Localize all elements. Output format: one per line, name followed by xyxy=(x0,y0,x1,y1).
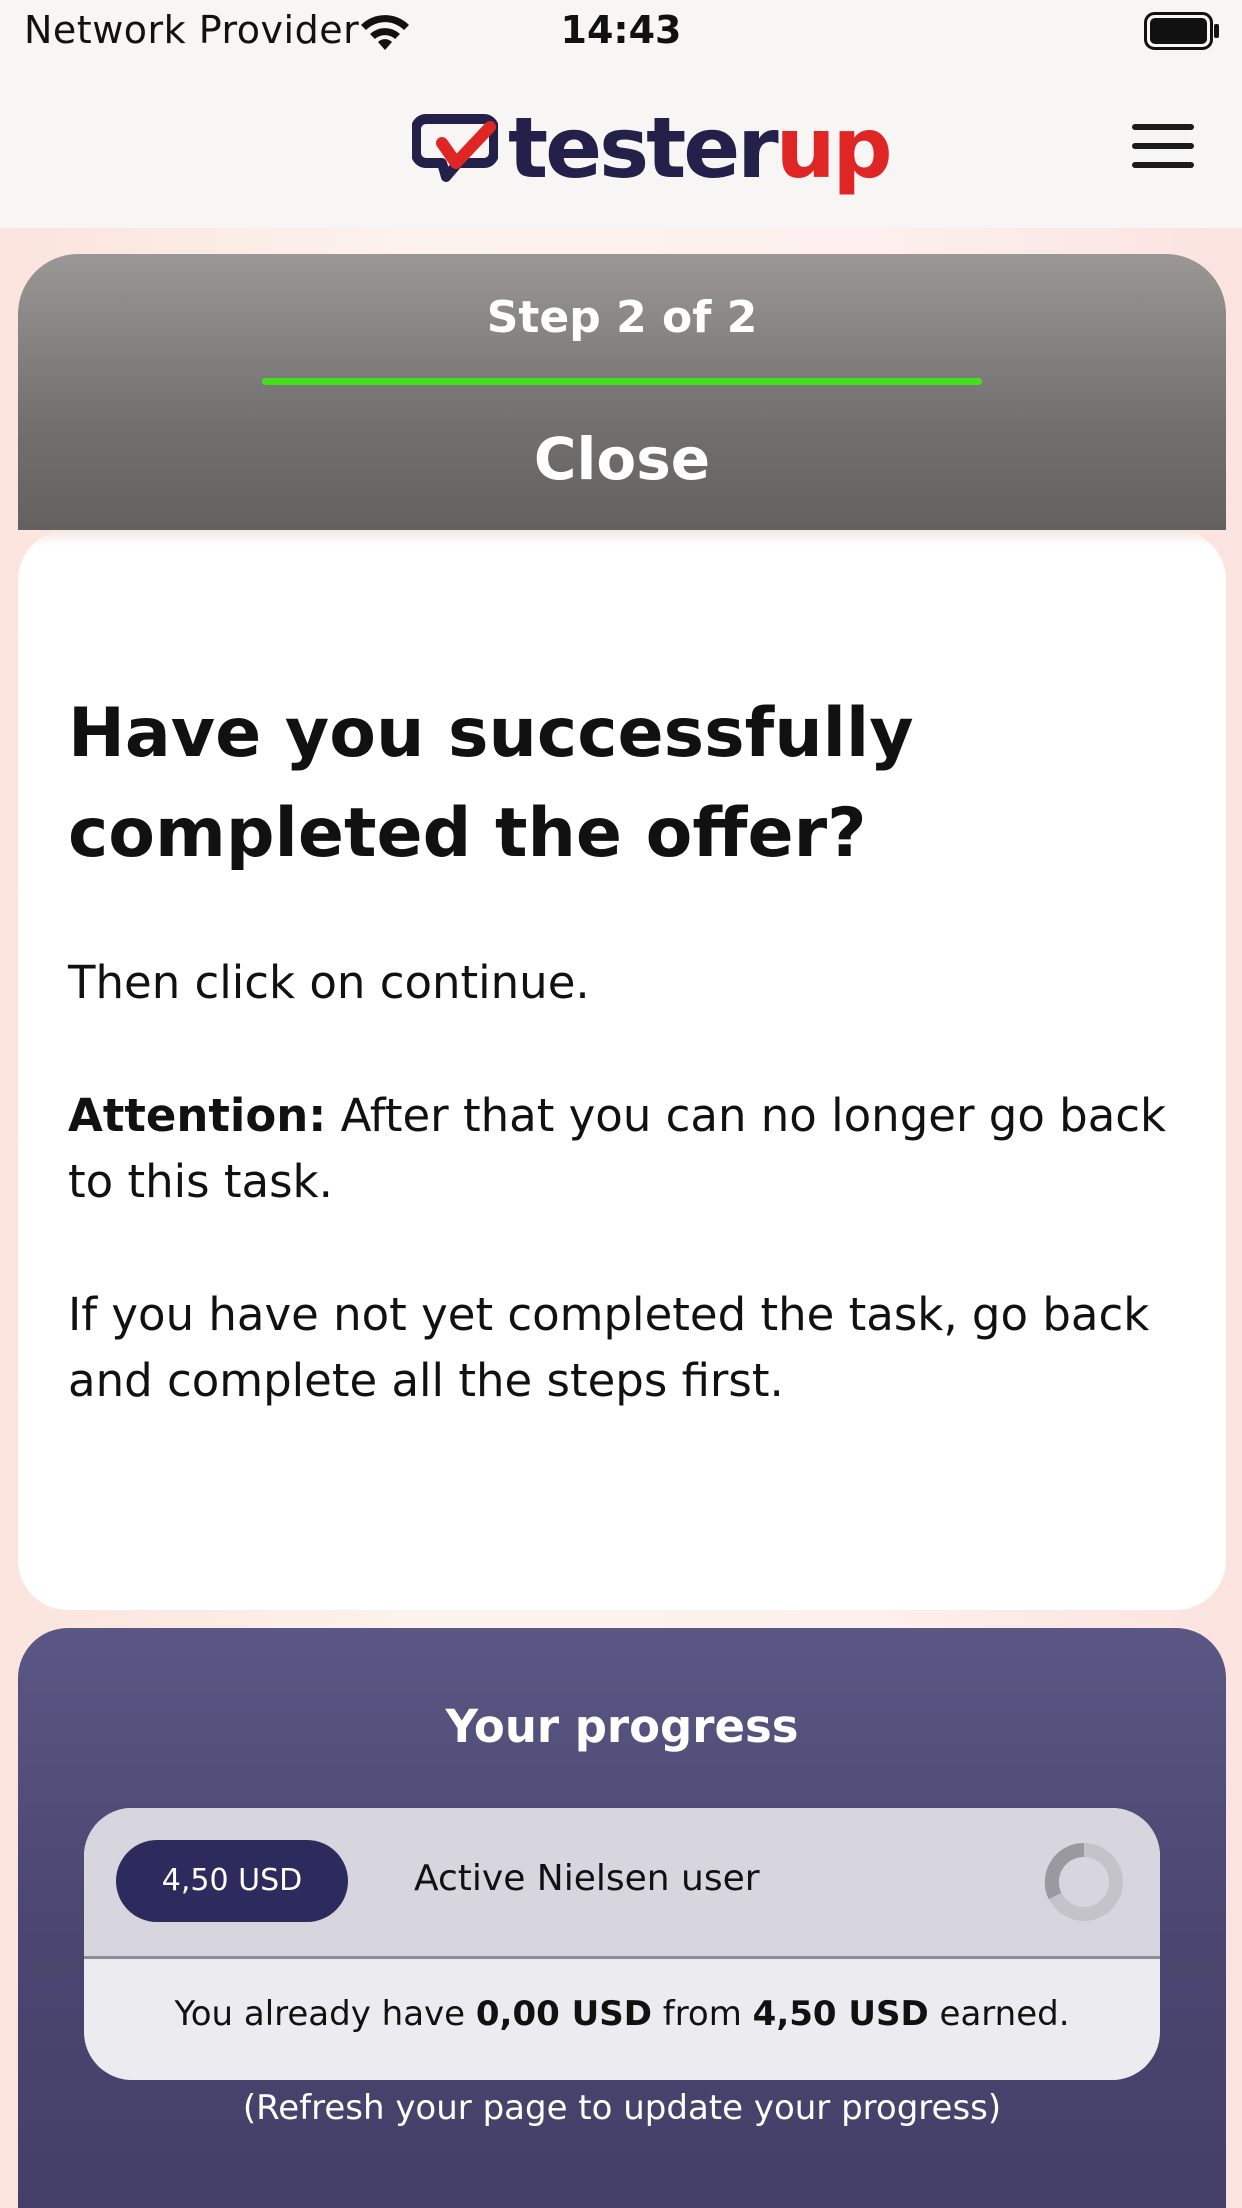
attention-paragraph: Attention: After that you can no longer … xyxy=(68,1083,1188,1215)
hamburger-menu-icon[interactable] xyxy=(1132,124,1194,168)
earned-suffix: earned. xyxy=(928,1994,1070,2034)
task-row[interactable]: 4,50 USD Active Nielsen user xyxy=(84,1808,1160,1959)
menu-line xyxy=(1132,124,1194,130)
app-header: testerup xyxy=(0,62,1242,228)
earned-amount: 0,00 USD xyxy=(475,1994,652,2034)
step-panel: Step 2 of 2 Close xyxy=(18,254,1226,530)
progress-title: Your progress xyxy=(445,1700,799,1753)
pending-status-icon xyxy=(1044,1842,1123,1921)
step-progress-bar xyxy=(262,378,982,385)
clock: 14:43 xyxy=(560,8,682,52)
task-name: Active Nielsen user xyxy=(414,1858,760,1899)
question-title: Have you successfully completed the offe… xyxy=(68,694,914,873)
earned-summary: You already have 0,00 USD from 4,50 USD … xyxy=(84,1994,1160,2034)
step-progress-fill xyxy=(262,378,982,385)
logo-wordmark: testerup xyxy=(508,106,893,190)
status-bar: Network Provider 14:43 xyxy=(0,0,1242,62)
reward-badge: 4,50 USD xyxy=(116,1840,348,1922)
menu-line xyxy=(1132,143,1194,149)
speech-bubble-check-icon xyxy=(412,114,498,182)
menu-line xyxy=(1132,162,1194,168)
refresh-note: (Refresh your page to update your progre… xyxy=(242,2088,1002,2128)
earned-prefix: You already have xyxy=(174,1994,476,2034)
earned-middle: from xyxy=(651,1994,753,2034)
logo-wordmark-part2: up xyxy=(775,99,893,197)
instruction-text: Then click on continue. xyxy=(68,956,590,1009)
step-indicator: Step 2 of 2 xyxy=(486,292,758,343)
question-card: Have you successfully completed the offe… xyxy=(18,530,1226,1610)
attention-label: Attention: xyxy=(68,1089,327,1142)
progress-box: 4,50 USD Active Nielsen user You already… xyxy=(84,1808,1160,2080)
progress-section: Your progress 4,50 USD Active Nielsen us… xyxy=(18,1628,1226,2208)
battery-icon xyxy=(1144,12,1219,50)
completion-note: If you have not yet completed the task, … xyxy=(68,1288,1150,1407)
logo-wordmark-part1: tester xyxy=(508,99,779,197)
close-button[interactable]: Close xyxy=(448,416,796,502)
testerup-logo[interactable]: testerup xyxy=(412,98,893,198)
earned-total: 4,50 USD xyxy=(752,1994,929,2034)
